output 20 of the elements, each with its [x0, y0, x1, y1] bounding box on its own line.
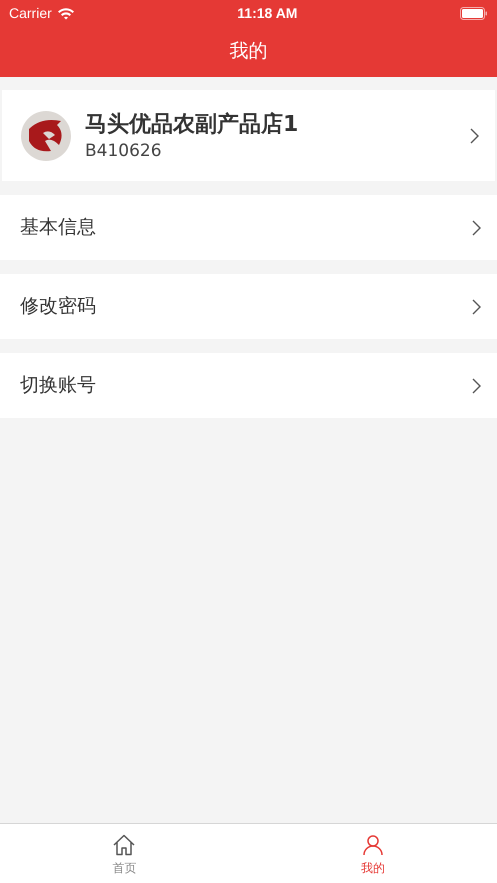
user-icon	[362, 834, 384, 856]
time-text: 11:18 AM	[237, 4, 298, 22]
chevron-right-icon	[472, 220, 481, 236]
tab-item[interactable]: 首页	[0, 824, 248, 883]
menu-item[interactable]: 切换账号	[0, 353, 497, 418]
carrier-text: Carrier	[9, 4, 52, 22]
home-icon	[112, 834, 136, 856]
chevron-right-icon	[472, 378, 481, 394]
battery-icon	[460, 6, 488, 20]
wifi-icon	[56, 6, 75, 20]
menu-item[interactable]: 基本信息	[0, 195, 497, 260]
profile-card[interactable]: 马头优品农副产品店1 B410626	[2, 90, 495, 181]
chevron-right-icon	[470, 128, 479, 144]
tab-item[interactable]: 我的	[248, 824, 497, 883]
page-title: 我的	[230, 39, 268, 64]
menu-item[interactable]: 修改密码	[0, 274, 497, 339]
store-name: 马头优品农副产品店1	[85, 110, 300, 138]
chevron-right-icon	[472, 298, 481, 314]
store-code: B410626	[85, 140, 163, 162]
avatar-icon	[21, 110, 71, 160]
